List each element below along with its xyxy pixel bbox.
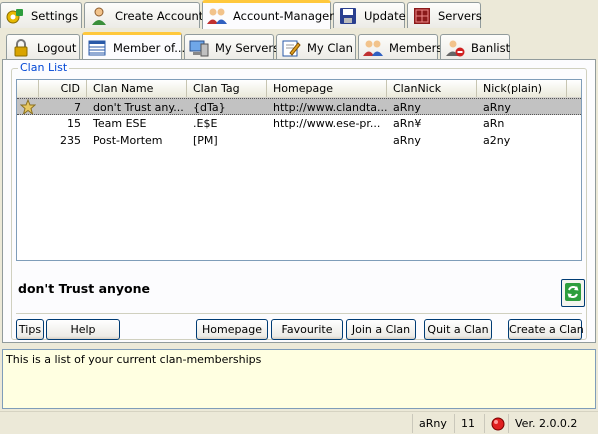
status-bar: aRny 11 Ver. 2.0.0.2 [0, 411, 598, 434]
column-header-cid[interactable]: CID [39, 80, 87, 97]
cell-clan-tag: .E$E [193, 117, 218, 130]
edit-icon [281, 38, 301, 58]
cell-clannick: aRn¥ [393, 117, 422, 130]
cell-clan-name: Post-Mortem [93, 134, 163, 147]
column-header-clannick[interactable]: ClanNick [387, 80, 477, 97]
table-header: CID Clan Name Clan Tag Homepage ClanNick… [17, 80, 581, 98]
group-title: Clan List [18, 61, 70, 74]
help-button[interactable]: Help [46, 319, 120, 340]
tab-settings[interactable]: Settings [0, 2, 82, 28]
cell-homepage: http://www.ese-pr... [273, 117, 381, 130]
header-icon-column [17, 80, 39, 97]
tab-label: Banlist [471, 40, 511, 55]
tab-label: Logout [37, 40, 77, 55]
star-icon [17, 99, 39, 114]
computer-icon [189, 38, 209, 58]
separator [16, 313, 582, 314]
cell-clan-name: Team ESE [93, 117, 147, 130]
tab-my-clan[interactable]: My Clan [276, 34, 356, 60]
column-header-homepage[interactable]: Homepage [267, 80, 387, 97]
cell-clan-tag: [PM] [193, 134, 218, 147]
main-tab-bar: Settings Create Account Account-Manager … [0, 0, 483, 29]
tab-label: Settings [31, 8, 79, 23]
clan-list-group: Clan List CID Clan Name Clan Tag Homepag… [11, 61, 587, 340]
tab-label: Member of... [113, 41, 186, 55]
table-row[interactable]: 15 Team ESE .E$E http://www.ese-pr... aR… [17, 115, 581, 132]
tab-logout[interactable]: Logout [6, 34, 80, 60]
homepage-button[interactable]: Homepage [196, 319, 268, 340]
tips-button[interactable]: Tips [16, 319, 44, 340]
tab-label: Members [389, 40, 443, 55]
floppy-icon [338, 6, 358, 26]
table-row[interactable]: 235 Post-Mortem [PM] aRny a2ny [17, 132, 581, 149]
refresh-icon [564, 282, 582, 305]
cell-clannick: aRny [393, 134, 421, 147]
tab-label: Create Account [115, 8, 204, 23]
tab-label: Update [364, 8, 406, 23]
tab-account-manager[interactable]: Account-Manager [202, 0, 334, 29]
cell-nick-plain: a2ny [483, 134, 511, 147]
tab-banlist[interactable]: Banlist [440, 34, 510, 60]
favourite-button[interactable]: Favourite [271, 319, 343, 340]
ban-user-icon [445, 38, 465, 58]
server-icon [412, 6, 432, 26]
tab-label: Account-Manager [233, 9, 334, 23]
cell-clan-tag: {dTa} [193, 101, 226, 114]
column-header-nick-plain[interactable]: Nick(plain) [477, 80, 567, 97]
cell-nick-plain: aRn [483, 117, 505, 130]
cell-clannick: aRny [393, 101, 421, 114]
tab-servers[interactable]: Servers [407, 2, 482, 28]
member-of-panel: Clan List CID Clan Name Clan Tag Homepag… [2, 59, 596, 343]
selected-clan-name: don't Trust anyone [18, 281, 151, 296]
cell-cid: 15 [67, 117, 81, 130]
group-icon [363, 38, 383, 58]
status-count: 11 [454, 414, 482, 433]
cell-cid: 235 [60, 134, 81, 147]
settings-icon [5, 6, 25, 26]
clan-list-table[interactable]: CID Clan Name Clan Tag Homepage ClanNick… [16, 79, 582, 261]
cell-homepage [267, 132, 387, 149]
tab-my-servers[interactable]: My Servers [184, 34, 279, 60]
tab-members[interactable]: Members [358, 34, 442, 60]
user-add-icon [89, 6, 109, 26]
tab-label: My Clan [307, 40, 353, 55]
cell-cid: 7 [74, 101, 81, 114]
info-box: This is a list of your current clan-memb… [2, 349, 596, 409]
table-icon [87, 38, 107, 58]
tab-member-of[interactable]: Member of... [82, 32, 186, 61]
tab-create-account[interactable]: Create Account [84, 2, 204, 28]
tab-update[interactable]: Update [333, 2, 406, 28]
cell-nick-plain: aRny [483, 101, 511, 114]
status-username: aRny [412, 414, 452, 433]
cell-clan-name: don't Trust any... [93, 101, 184, 114]
status-version: Ver. 2.0.0.2 [508, 414, 598, 433]
tab-label: Servers [438, 8, 482, 23]
status-light-icon [484, 414, 508, 433]
column-header-clan-tag[interactable]: Clan Tag [187, 80, 267, 97]
lock-icon [11, 38, 31, 58]
quit-clan-button[interactable]: Quit a Clan [424, 319, 492, 340]
create-clan-button[interactable]: Create a Clan [508, 319, 584, 340]
table-row[interactable]: 7 don't Trust any... {dTa} http://www.cl… [17, 98, 581, 115]
tab-label: My Servers [215, 40, 280, 55]
info-text: This is a list of your current clan-memb… [6, 353, 262, 366]
join-clan-button[interactable]: Join a Clan [346, 319, 416, 340]
header-filler [567, 80, 581, 97]
column-header-clan-name[interactable]: Clan Name [87, 80, 187, 97]
refresh-button[interactable] [561, 279, 585, 307]
sub-tab-bar: Logout Member of... My Servers My Clan M… [6, 31, 512, 61]
users-icon [207, 6, 227, 26]
cell-homepage: http://www.clandta... [273, 101, 387, 114]
